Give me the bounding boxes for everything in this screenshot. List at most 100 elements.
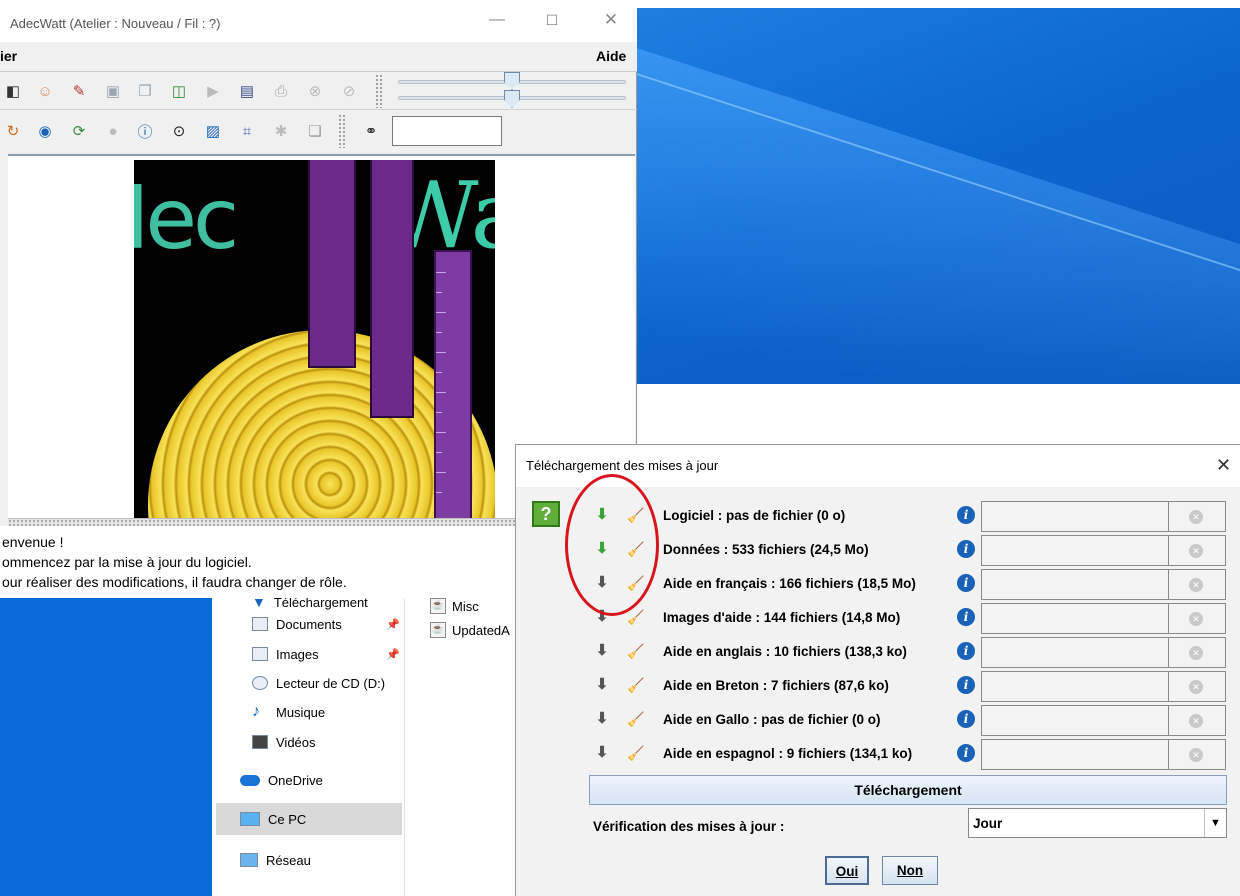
update-row-help-breton: ⬇ 🧹 Aide en Breton : 7 fichiers (87,6 ko…: [516, 670, 1240, 702]
file-item[interactable]: ☕ Misc: [430, 596, 479, 616]
yes-button[interactable]: Oui: [825, 856, 869, 885]
chevron-down-icon[interactable]: ▼: [1204, 809, 1226, 837]
desktop-wallpaper: [635, 8, 1240, 384]
nav-item-label: Lecteur de CD (D:): [276, 675, 386, 691]
search-input[interactable]: [392, 116, 502, 146]
info-icon[interactable]: i: [957, 676, 975, 694]
nav-item-label: Réseau: [266, 852, 311, 868]
file-item[interactable]: ☕ UpdatedA: [430, 620, 510, 640]
cancel-cell: ✕: [1169, 739, 1226, 770]
nav-item-label: Musique: [276, 704, 326, 720]
broom-icon[interactable]: 🧹: [627, 744, 647, 762]
cancel-cell: ✕: [1169, 671, 1226, 702]
cancel-icon[interactable]: ✕: [1189, 680, 1203, 694]
pin-icon[interactable]: 📌: [386, 618, 400, 631]
maximize-icon[interactable]: ☐: [537, 9, 567, 31]
cancel-icon[interactable]: ✕: [1189, 510, 1203, 524]
no-button[interactable]: Non: [882, 856, 938, 885]
download-icon[interactable]: ⬇: [594, 642, 610, 660]
download-icon[interactable]: ⬇: [594, 676, 610, 694]
nav-item-onedrive[interactable]: OneDrive: [240, 768, 323, 792]
message-line: our réaliser des modifications, il faudr…: [2, 574, 347, 590]
nav-item-cd-drive[interactable]: Lecteur de CD (D:): [252, 671, 385, 695]
nav-item-images[interactable]: Images: [252, 642, 319, 666]
person-icon[interactable]: ☺: [32, 78, 58, 104]
progress-field: [981, 569, 1169, 600]
logo-text-left: lec: [134, 170, 239, 268]
toolbar-grip[interactable]: [375, 74, 383, 108]
update-row-label: Logiciel : pas de fichier (0 o): [663, 508, 846, 523]
close-icon[interactable]: ✕: [596, 9, 626, 31]
copy-icon[interactable]: ❐: [132, 78, 158, 104]
desktop-wallpaper-left: [0, 596, 212, 896]
main-titlebar: AdecWatt (Atelier : Nouveau / Fil : ?) —…: [0, 0, 637, 42]
nav-item-videos[interactable]: Vidéos: [252, 730, 316, 754]
download-icon[interactable]: ⬇: [594, 710, 610, 728]
open-icon[interactable]: ◫: [166, 78, 192, 104]
broom-icon[interactable]: 🧹: [627, 676, 647, 694]
image-icon[interactable]: ▨: [200, 118, 226, 144]
info-icon[interactable]: i: [957, 608, 975, 626]
bug-icon[interactable]: ✱: [268, 118, 294, 144]
videos-icon: [252, 735, 268, 749]
info-icon[interactable]: i: [957, 540, 975, 558]
nav-item-network[interactable]: Réseau: [240, 848, 311, 872]
broom-icon[interactable]: 🧹: [627, 642, 647, 660]
annotation-circle: [565, 474, 659, 616]
broom-icon[interactable]: 🧹: [627, 608, 647, 626]
nav-item-music[interactable]: ♪ Musique: [252, 700, 325, 724]
dialog-title: Téléchargement des mises à jour: [526, 458, 719, 473]
cancel-icon[interactable]: ✕: [1189, 612, 1203, 626]
info-icon[interactable]: i: [957, 574, 975, 592]
print-icon[interactable]: ⎙: [268, 78, 294, 104]
pin-icon[interactable]: 📌: [386, 648, 400, 661]
nav-item-this-pc[interactable]: Ce PC: [240, 807, 306, 831]
save-icon[interactable]: ▣: [100, 78, 126, 104]
cancel-icon[interactable]: ✕: [1189, 748, 1203, 762]
cancel-icon[interactable]: ✕: [1189, 578, 1203, 592]
nav-item-label: Vidéos: [276, 734, 316, 750]
zoom-icon[interactable]: ◉: [32, 118, 58, 144]
slider-2-thumb[interactable]: [504, 90, 520, 108]
info-icon[interactable]: i: [957, 506, 975, 524]
download-icon[interactable]: ⬇: [594, 744, 610, 762]
cancel-icon[interactable]: ✕: [1189, 646, 1203, 660]
adecwatt-logo-image: lec Wa: [134, 160, 495, 522]
cancel-icon[interactable]: ✕: [1189, 714, 1203, 728]
refresh-icon[interactable]: ⟳: [66, 118, 92, 144]
minimize-icon[interactable]: —: [482, 9, 512, 31]
broom-icon[interactable]: 🧹: [627, 710, 647, 728]
forbidden-icon[interactable]: ⊘: [336, 78, 362, 104]
update-frequency-select[interactable]: Jour ▼: [968, 808, 1227, 838]
close-icon[interactable]: ✕: [1216, 455, 1231, 476]
info-icon[interactable]: i: [957, 744, 975, 762]
nav-item-documents[interactable]: Documents: [252, 612, 342, 636]
board-icon[interactable]: ◧: [0, 78, 26, 104]
file-item-label: Misc: [452, 598, 479, 614]
crop-icon[interactable]: ⌗: [234, 118, 260, 144]
binoculars-icon[interactable]: ⚭: [358, 118, 384, 144]
stop-icon[interactable]: ⊗: [302, 78, 328, 104]
info-icon[interactable]: i: [957, 642, 975, 660]
cloud-icon: [240, 774, 260, 786]
network-icon: [240, 853, 258, 867]
info-icon[interactable]: ⓘ: [132, 118, 158, 144]
export-icon[interactable]: ▶: [200, 78, 226, 104]
slider-1-thumb[interactable]: [504, 72, 520, 90]
toolbar-grip[interactable]: [338, 114, 346, 148]
windows-icon[interactable]: ❏: [302, 118, 328, 144]
target-icon[interactable]: ⊙: [166, 118, 192, 144]
rotate-icon[interactable]: ↻: [0, 118, 26, 144]
update-row-label: Aide en Breton : 7 fichiers (87,6 ko): [663, 678, 889, 693]
progress-field: [981, 671, 1169, 702]
cancel-icon[interactable]: ✕: [1189, 544, 1203, 558]
menu-file[interactable]: ier: [0, 48, 17, 64]
info-icon[interactable]: i: [957, 710, 975, 728]
update-row-label: Aide en espagnol : 9 fichiers (134,1 ko): [663, 746, 913, 761]
circle-icon[interactable]: ●: [100, 118, 126, 144]
menu-help[interactable]: Aide: [596, 48, 626, 64]
eraser-icon[interactable]: ✎: [66, 78, 92, 104]
download-button[interactable]: Téléchargement: [589, 775, 1227, 805]
cancel-cell: ✕: [1169, 705, 1226, 736]
floppy-icon[interactable]: ▤: [234, 78, 260, 104]
